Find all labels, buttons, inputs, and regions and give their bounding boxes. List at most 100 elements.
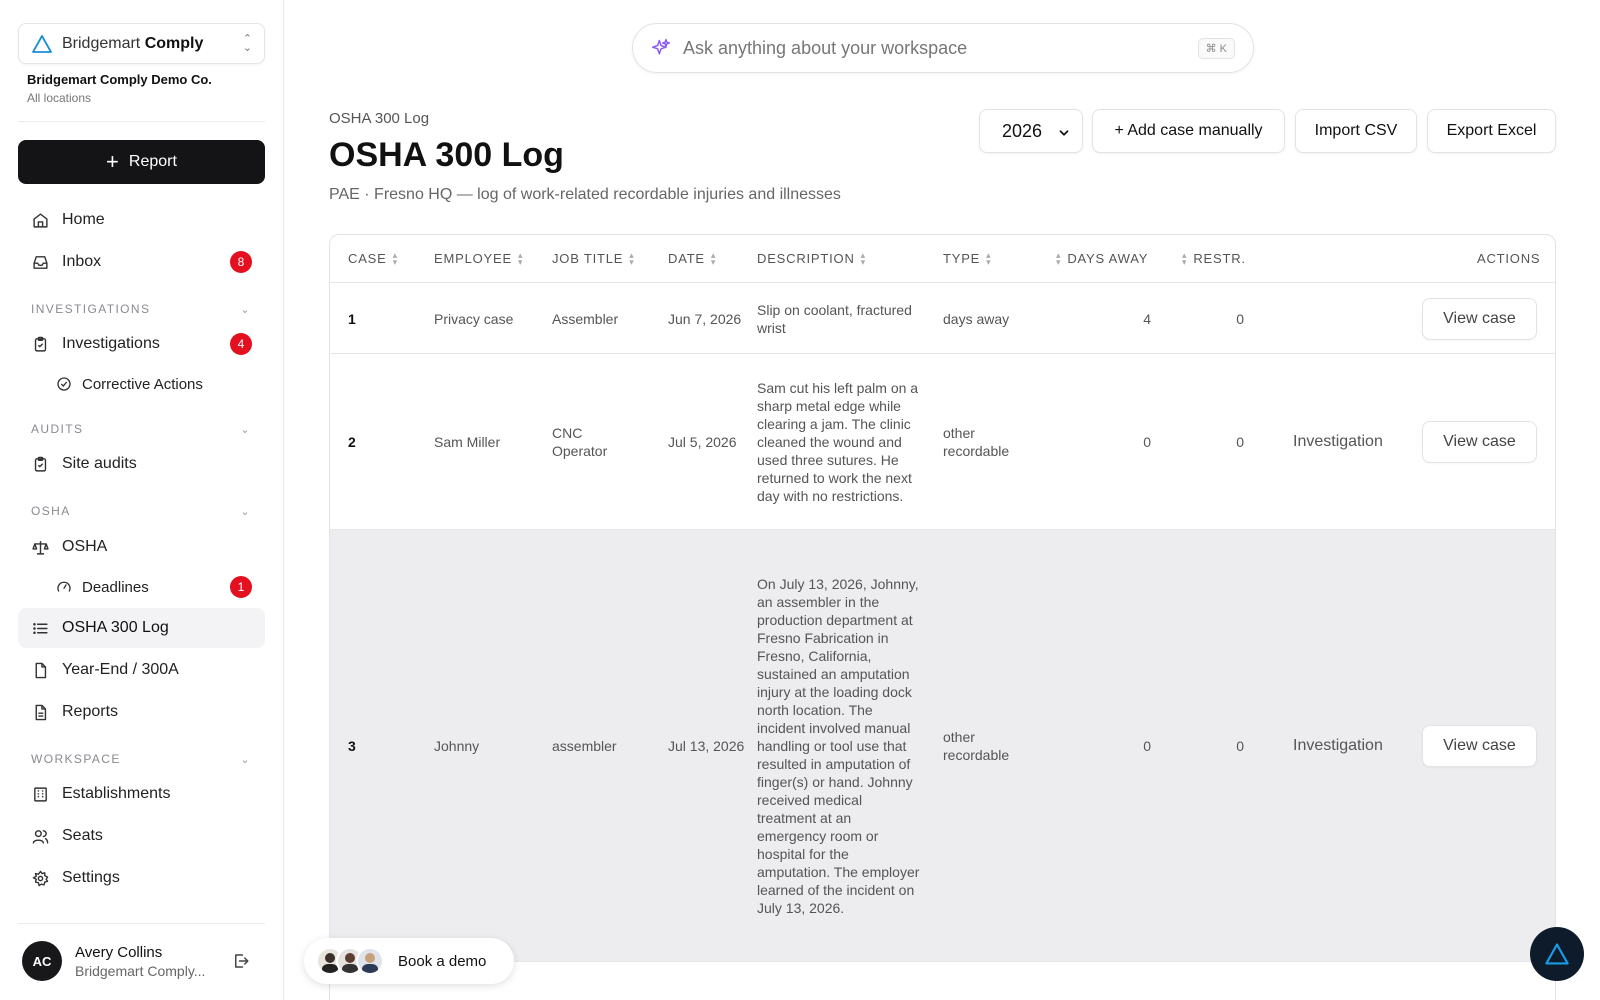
brand-logo-icon	[1544, 942, 1570, 966]
sidebar-item-label: Corrective Actions	[82, 375, 203, 393]
table-header: CASE ▴ ▾ EMPLOYEE ▴ ▾ JOB TITLE ▴ ▾ DATE ▴ ▾ DES…	[330, 235, 1555, 283]
column-label: CASE	[348, 251, 387, 266]
workspace-switcher[interactable]: Bridgemart Comply ⌃ ⌄	[18, 23, 265, 64]
cell-description: Slip on coolant, fractured wrist	[757, 301, 912, 336]
sidebar-item-corrective-actions[interactable]: Corrective Actions	[18, 364, 265, 404]
building-icon	[31, 785, 49, 803]
investigation-link[interactable]: Investigation	[1293, 530, 1383, 962]
import-csv-button[interactable]: Import CSV	[1295, 109, 1417, 153]
section-label: WORKSPACE	[31, 752, 121, 766]
sidebar-item-deadlines[interactable]: Deadlines 1	[18, 567, 265, 607]
user-profile[interactable]: AC Avery Collins Bridgemart Comply...	[22, 940, 262, 982]
export-excel-button[interactable]: Export Excel	[1427, 109, 1556, 153]
section-header-investigations[interactable]: INVESTIGATIONS ⌄	[31, 302, 251, 316]
column-label: EMPLOYEE	[434, 251, 512, 266]
ask-search-bar[interactable]: Ask anything about your workspace ⌘ K	[632, 23, 1254, 73]
column-header-job-title[interactable]: JOB TITLE ▴ ▾	[552, 235, 635, 282]
report-button-label: Report	[128, 153, 177, 170]
year-select[interactable]: 2026	[979, 109, 1083, 153]
company-scope: All locations	[27, 91, 92, 105]
sidebar-item-site-audits[interactable]: Site audits	[18, 444, 265, 484]
column-header-actions: ACTIONS	[1477, 235, 1540, 282]
view-case-button[interactable]: View case	[1422, 725, 1537, 767]
divider	[18, 121, 265, 122]
column-header-restr[interactable]: ▴ ▾ RESTR.	[1182, 235, 1246, 282]
sidebar-item-settings[interactable]: Settings	[18, 858, 265, 898]
cell-job-title: assembler	[552, 738, 617, 754]
column-header-date[interactable]: DATE ▴ ▾	[668, 235, 716, 282]
search-input[interactable]: Ask anything about your workspace	[683, 38, 967, 59]
check-circle-icon	[56, 376, 72, 392]
sidebar-item-label: Year-End / 300A	[62, 661, 179, 678]
chevron-down-icon: ⌄	[240, 753, 251, 766]
column-label: DAYS AWAY	[1067, 251, 1149, 266]
cell-restr: 0	[1236, 310, 1244, 327]
sidebar-item-label: Settings	[62, 869, 120, 886]
gear-icon	[31, 869, 49, 887]
report-button[interactable]: + Report	[18, 140, 265, 184]
sort-icon: ▴ ▾	[392, 249, 398, 267]
sidebar-item-seats[interactable]: Seats	[18, 816, 265, 856]
cell-date: Jul 5, 2026	[668, 434, 737, 450]
book-demo-button[interactable]: Book a demo	[304, 938, 514, 984]
column-label: RESTR.	[1193, 251, 1246, 266]
sort-icon: ▴ ▾	[1056, 249, 1062, 267]
chevron-updown-icon: ⌃ ⌄	[242, 32, 252, 54]
sort-icon: ▴ ▾	[986, 249, 992, 267]
cell-employee: Johnny	[434, 738, 480, 754]
table-row[interactable]: 2 Sam Miller CNC Operator Jul 5, 2026 Sa…	[330, 354, 1555, 530]
shortcut-hint: ⌘ K	[1197, 37, 1235, 59]
column-header-employee[interactable]: EMPLOYEE ▴ ▾	[434, 235, 523, 282]
list-icon	[31, 619, 49, 637]
column-header-case[interactable]: CASE ▴ ▾	[348, 235, 398, 282]
column-header-type[interactable]: TYPE ▴ ▾	[943, 235, 991, 282]
column-label: TYPE	[943, 251, 981, 266]
column-label: DATE	[668, 251, 705, 266]
column-label: ACTIONS	[1477, 251, 1541, 266]
investigation-link[interactable]: Investigation	[1293, 354, 1383, 530]
assistant-launcher-button[interactable]	[1530, 927, 1584, 981]
sidebar-item-home[interactable]: Home	[18, 200, 265, 240]
sidebar-item-reports[interactable]: Reports	[18, 692, 265, 732]
sidebar-item-osha-300-log[interactable]: OSHA 300 Log	[18, 608, 265, 648]
gauge-icon	[56, 579, 72, 595]
section-header-workspace[interactable]: WORKSPACE ⌄	[31, 752, 251, 766]
breadcrumb[interactable]: OSHA 300 Log	[329, 110, 429, 127]
sidebar-item-inbox[interactable]: Inbox 8	[18, 242, 265, 282]
view-case-button[interactable]: View case	[1422, 421, 1537, 463]
users-icon	[31, 827, 49, 845]
scale-icon	[31, 538, 49, 556]
sidebar-item-label: Reports	[62, 703, 119, 720]
add-case-button[interactable]: + Add case manually	[1092, 109, 1285, 153]
cell-type: other recordable	[943, 425, 1010, 459]
sidebar-item-year-end[interactable]: Year-End / 300A	[18, 650, 265, 690]
column-label: DESCRIPTION	[757, 251, 855, 266]
cell-employee: Privacy case	[434, 310, 514, 327]
sidebar-item-label: OSHA	[62, 538, 108, 555]
cell-date: Jun 7, 2026	[668, 310, 742, 327]
year-select-value: 2026	[1002, 120, 1043, 141]
column-header-days-away[interactable]: ▴ ▾ DAYS AWAY	[1056, 235, 1148, 282]
home-icon	[31, 211, 49, 229]
sidebar-item-osha[interactable]: OSHA	[18, 527, 265, 567]
table-row[interactable]: 3 Johnny assembler Jul 13, 2026 On July …	[330, 530, 1555, 962]
user-name: Avery Collins	[75, 943, 163, 961]
logout-icon[interactable]	[232, 952, 250, 970]
cell-days-away: 0	[1143, 434, 1151, 450]
sidebar-item-establishments[interactable]: Establishments	[18, 774, 265, 814]
cell-restr: 0	[1236, 738, 1244, 754]
sidebar-item-investigations[interactable]: Investigations 4	[18, 324, 265, 364]
sidebar-item-label: Establishments	[62, 785, 171, 802]
cell-employee: Sam Miller	[434, 434, 501, 450]
chevron-down-icon	[1057, 124, 1071, 145]
table-row[interactable]: 1 Privacy case Assembler Jun 7, 2026 Sli…	[330, 283, 1555, 354]
section-header-audits[interactable]: AUDITS ⌄	[31, 422, 251, 436]
sort-icon: ▴ ▾	[710, 249, 717, 267]
section-header-osha[interactable]: OSHA ⌄	[31, 504, 251, 518]
sort-icon: ▴ ▾	[517, 249, 524, 267]
view-case-button[interactable]: View case	[1422, 298, 1537, 340]
cell-case: 1	[348, 310, 356, 327]
column-header-description[interactable]: DESCRIPTION ▴ ▾	[757, 235, 866, 282]
cell-case: 2	[348, 434, 356, 450]
sidebar-item-label: Home	[62, 211, 105, 228]
